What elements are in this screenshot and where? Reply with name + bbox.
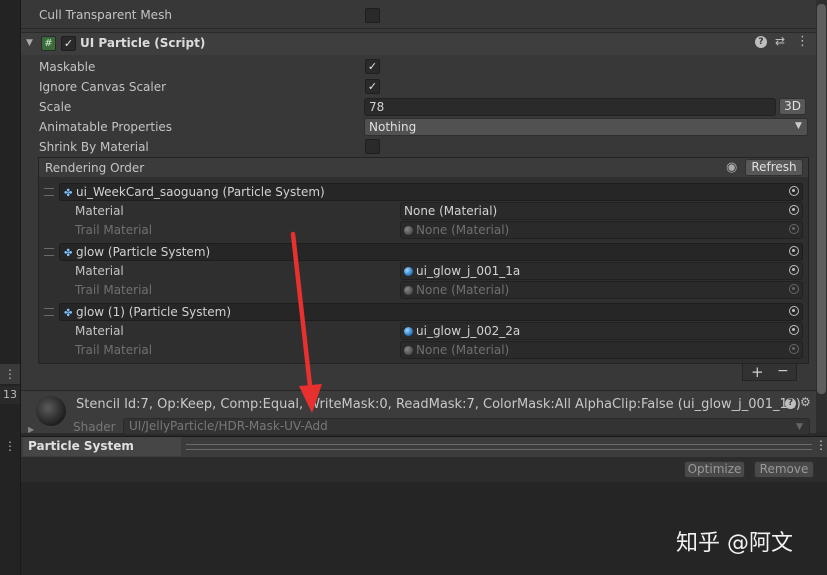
component-menu-icon[interactable]: ⋮: [796, 34, 809, 49]
curves-panel-menu-icon[interactable]: ⋮: [815, 438, 827, 452]
object-picker-icon: [789, 344, 799, 354]
material-value: None (Material): [404, 204, 498, 218]
refresh-button[interactable]: Refresh: [745, 159, 803, 176]
material-help-icon[interactable]: ?: [785, 398, 796, 409]
divider: [21, 28, 816, 29]
particle-system-curves-tab[interactable]: Particle System Curves ▼: [23, 437, 181, 472]
trail-material-field: None (Material): [400, 341, 803, 359]
particle-system-item[interactable]: ✤ glow (1) (Particle System): [59, 303, 803, 321]
shrink-by-material-label: Shrink By Material: [39, 140, 149, 154]
eye-icon[interactable]: ◉: [726, 160, 737, 175]
drag-handle-icon[interactable]: [44, 308, 54, 316]
object-picker-icon[interactable]: [789, 265, 799, 275]
watermark: 知乎 @阿文: [676, 531, 793, 556]
shader-label: Shader: [73, 420, 116, 434]
trail-material-field: None (Material): [400, 221, 803, 239]
material-icon: [404, 286, 413, 295]
trail-material-value: None (Material): [416, 343, 510, 357]
shader-dropdown[interactable]: UI/JellyParticle/HDR-Mask-UV-Add: [123, 418, 810, 435]
presets-icon[interactable]: ⇄: [775, 34, 785, 48]
shader-dropdown-arrow-icon: ▼: [796, 422, 803, 432]
particle-system-name: ui_WeekCard_saoguang (Particle System): [76, 185, 325, 199]
drag-handle-icon[interactable]: [44, 188, 54, 196]
ignore-canvas-scaler-checkbox[interactable]: ✓: [365, 79, 380, 94]
material-label: Material: [75, 264, 124, 278]
annotation-arrow-shaft: [290, 231, 313, 389]
trail-material-value: None (Material): [416, 283, 510, 297]
object-picker-icon[interactable]: [789, 186, 799, 196]
trail-material-field: None (Material): [400, 281, 803, 299]
animatable-properties-value: Nothing: [369, 120, 417, 134]
trail-material-label: Trail Material: [75, 283, 153, 297]
material-preview-sphere: [36, 396, 66, 426]
component-title: UI Particle (Script): [80, 36, 206, 50]
scale-label: Scale: [39, 100, 72, 114]
trail-material-label: Trail Material: [75, 343, 153, 357]
particle-system-name: glow (Particle System): [76, 245, 211, 259]
trail-material-label: Trail Material: [75, 223, 153, 237]
particle-system-item[interactable]: ✤ glow (Particle System): [59, 243, 803, 261]
cull-transparent-mesh-label: Cull Transparent Mesh: [39, 8, 172, 22]
annotation-arrow-head: [299, 384, 322, 413]
particle-system-item[interactable]: ✤ ui_WeekCard_saoguang (Particle System): [59, 183, 803, 201]
maskable-label: Maskable: [39, 60, 96, 74]
particle-system-name: glow (1) (Particle System): [76, 305, 231, 319]
add-item-button[interactable]: +: [751, 363, 764, 381]
rendering-order-header: [39, 158, 808, 177]
component-enabled-checkbox[interactable]: ✓: [61, 36, 76, 51]
material-value: ui_glow_j_002_2a: [416, 324, 521, 338]
material-icon: [404, 267, 413, 276]
particle-system-icon: ✤: [64, 248, 73, 259]
scale-input[interactable]: 78: [364, 98, 776, 116]
material-settings-gear-icon[interactable]: ⚙: [800, 395, 811, 409]
material-icon: [404, 327, 413, 336]
object-picker-icon[interactable]: [789, 306, 799, 316]
curves-tab-drag-lines: [186, 444, 812, 450]
scale-3d-button[interactable]: 3D: [779, 98, 806, 115]
object-picker-icon[interactable]: [789, 205, 799, 215]
cull-transparent-mesh-checkbox[interactable]: [365, 8, 380, 23]
drag-handle-icon[interactable]: [44, 248, 54, 256]
left-panel-menu-icon-2[interactable]: ⋮: [0, 438, 20, 454]
left-panel-number: 13: [0, 386, 20, 404]
inspector-scroll-thumb[interactable]: [817, 4, 826, 394]
maskable-checkbox[interactable]: ✓: [365, 59, 380, 74]
material-label: Material: [75, 204, 124, 218]
dropdown-arrow-icon: ▼: [795, 121, 802, 131]
material-field[interactable]: ui_glow_j_001_1a: [400, 262, 803, 280]
material-field[interactable]: ui_glow_j_002_2a: [400, 322, 803, 340]
trail-material-value: None (Material): [416, 223, 510, 237]
object-picker-icon: [789, 284, 799, 294]
annotation-arrow: [290, 231, 322, 413]
material-label: Material: [75, 324, 124, 338]
foldout-arrow-icon[interactable]: ▼: [26, 38, 33, 48]
object-picker-icon[interactable]: [789, 325, 799, 335]
material-foldout-arrow-icon[interactable]: ▶: [28, 425, 34, 434]
remove-item-button[interactable]: −: [777, 363, 789, 379]
material-title: Stencil Id:7, Op:Keep, Comp:Equal, Write…: [76, 397, 801, 412]
object-picker-icon: [789, 224, 799, 234]
help-icon[interactable]: ?: [755, 36, 767, 48]
ignore-canvas-scaler-label: Ignore Canvas Scaler: [39, 80, 167, 94]
rendering-order-label: Rendering Order: [45, 161, 145, 175]
script-icon: #: [41, 36, 56, 51]
left-panel-menu-icon[interactable]: ⋮: [0, 364, 20, 384]
material-value: ui_glow_j_001_1a: [416, 264, 521, 278]
animatable-properties-label: Animatable Properties: [39, 120, 173, 134]
particle-system-icon: ✤: [64, 188, 73, 199]
shrink-by-material-checkbox[interactable]: [365, 139, 380, 154]
material-field[interactable]: None (Material): [400, 202, 803, 220]
object-picker-icon[interactable]: [789, 246, 799, 256]
left-panel: [0, 0, 21, 575]
particle-system-icon: ✤: [64, 308, 73, 319]
shader-value: UI/JellyParticle/HDR-Mask-UV-Add: [129, 419, 328, 433]
optimize-button[interactable]: Optimize: [684, 461, 745, 478]
material-icon: [404, 226, 413, 235]
material-icon: [404, 346, 413, 355]
remove-button[interactable]: Remove: [754, 461, 814, 478]
animatable-properties-dropdown[interactable]: Nothing: [364, 118, 808, 136]
